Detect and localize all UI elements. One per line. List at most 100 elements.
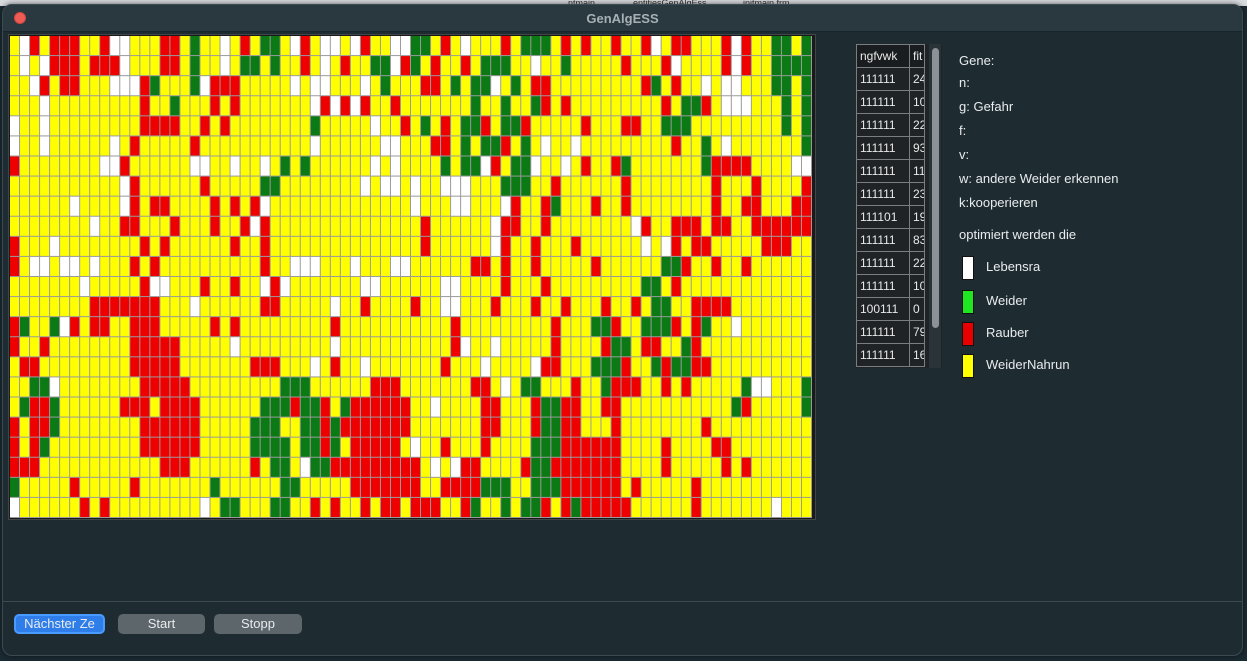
rauber-cell[interactable] bbox=[771, 236, 781, 256]
empty-cell[interactable] bbox=[390, 136, 400, 156]
nahrung-cell[interactable] bbox=[631, 497, 641, 517]
nahrung-cell[interactable] bbox=[571, 116, 581, 136]
nahrung-cell[interactable] bbox=[40, 357, 50, 377]
weider-cell[interactable] bbox=[50, 417, 60, 437]
nahrung-cell[interactable] bbox=[541, 116, 551, 136]
weider-cell[interactable] bbox=[601, 357, 611, 377]
weider-cell[interactable] bbox=[280, 497, 290, 517]
nahrung-cell[interactable] bbox=[581, 96, 591, 116]
nahrung-cell[interactable] bbox=[280, 116, 290, 136]
nahrung-cell[interactable] bbox=[521, 256, 531, 276]
weider-cell[interactable] bbox=[190, 76, 200, 96]
nahrung-cell[interactable] bbox=[320, 377, 330, 397]
nahrung-cell[interactable] bbox=[310, 156, 320, 176]
nahrung-cell[interactable] bbox=[80, 236, 90, 256]
nahrung-cell[interactable] bbox=[731, 136, 741, 156]
nahrung-cell[interactable] bbox=[711, 36, 721, 56]
nahrung-cell[interactable] bbox=[581, 76, 591, 96]
rauber-cell[interactable] bbox=[130, 216, 140, 236]
rauber-cell[interactable] bbox=[611, 477, 621, 497]
nahrung-cell[interactable] bbox=[30, 156, 40, 176]
empty-cell[interactable] bbox=[801, 156, 812, 176]
rauber-cell[interactable] bbox=[581, 497, 591, 517]
nahrung-cell[interactable] bbox=[60, 156, 70, 176]
rauber-cell[interactable] bbox=[661, 437, 671, 457]
nahrung-cell[interactable] bbox=[411, 96, 421, 116]
nahrung-cell[interactable] bbox=[641, 357, 651, 377]
nahrung-cell[interactable] bbox=[10, 56, 20, 76]
rauber-cell[interactable] bbox=[801, 216, 812, 236]
nahrung-cell[interactable] bbox=[310, 36, 320, 56]
nahrung-cell[interactable] bbox=[190, 337, 200, 357]
rauber-cell[interactable] bbox=[791, 216, 801, 236]
nahrung-cell[interactable] bbox=[731, 417, 741, 437]
weider-cell[interactable] bbox=[801, 116, 812, 136]
nahrung-cell[interactable] bbox=[481, 297, 491, 317]
nahrung-cell[interactable] bbox=[40, 297, 50, 317]
weider-cell[interactable] bbox=[50, 397, 60, 417]
nahrung-cell[interactable] bbox=[731, 497, 741, 517]
weider-cell[interactable] bbox=[521, 36, 531, 56]
nahrung-cell[interactable] bbox=[471, 417, 481, 437]
weider-cell[interactable] bbox=[270, 176, 280, 196]
nahrung-cell[interactable] bbox=[781, 417, 791, 437]
nahrung-cell[interactable] bbox=[461, 377, 471, 397]
rauber-cell[interactable] bbox=[230, 236, 240, 256]
rauber-cell[interactable] bbox=[10, 236, 20, 256]
nahrung-cell[interactable] bbox=[60, 176, 70, 196]
nahrung-cell[interactable] bbox=[501, 397, 511, 417]
rauber-cell[interactable] bbox=[130, 397, 140, 417]
nahrung-cell[interactable] bbox=[741, 337, 751, 357]
nahrung-cell[interactable] bbox=[320, 477, 330, 497]
nahrung-cell[interactable] bbox=[240, 297, 250, 317]
rauber-cell[interactable] bbox=[390, 377, 400, 397]
nahrung-cell[interactable] bbox=[771, 297, 781, 317]
weider-cell[interactable] bbox=[230, 497, 240, 517]
nahrung-cell[interactable] bbox=[801, 337, 812, 357]
empty-cell[interactable] bbox=[200, 156, 210, 176]
rauber-cell[interactable] bbox=[160, 236, 170, 256]
weider-cell[interactable] bbox=[621, 156, 631, 176]
rauber-cell[interactable] bbox=[120, 297, 130, 317]
nahrung-cell[interactable] bbox=[150, 477, 160, 497]
weider-cell[interactable] bbox=[380, 56, 390, 76]
nahrung-cell[interactable] bbox=[50, 116, 60, 136]
nahrung-cell[interactable] bbox=[90, 36, 100, 56]
nahrung-cell[interactable] bbox=[250, 497, 260, 517]
weider-cell[interactable] bbox=[601, 377, 611, 397]
empty-cell[interactable] bbox=[441, 297, 451, 317]
weider-cell[interactable] bbox=[621, 337, 631, 357]
nahrung-cell[interactable] bbox=[511, 337, 521, 357]
nahrung-cell[interactable] bbox=[120, 136, 130, 156]
nahrung-cell[interactable] bbox=[40, 216, 50, 236]
nahrung-cell[interactable] bbox=[701, 337, 711, 357]
nahrung-cell[interactable] bbox=[691, 417, 701, 437]
nahrung-cell[interactable] bbox=[641, 377, 651, 397]
empty-cell[interactable] bbox=[350, 256, 360, 276]
nahrung-cell[interactable] bbox=[200, 256, 210, 276]
rauber-cell[interactable] bbox=[701, 297, 711, 317]
nahrung-cell[interactable] bbox=[260, 377, 270, 397]
rauber-cell[interactable] bbox=[200, 116, 210, 136]
nahrung-cell[interactable] bbox=[280, 357, 290, 377]
weider-cell[interactable] bbox=[801, 96, 812, 116]
nahrung-cell[interactable] bbox=[110, 256, 120, 276]
nahrung-cell[interactable] bbox=[571, 297, 581, 317]
nahrung-cell[interactable] bbox=[100, 136, 110, 156]
weider-cell[interactable] bbox=[20, 317, 30, 337]
nahrung-cell[interactable] bbox=[751, 357, 761, 377]
nahrung-cell[interactable] bbox=[781, 317, 791, 337]
nahrung-cell[interactable] bbox=[340, 497, 350, 517]
nahrung-cell[interactable] bbox=[350, 56, 360, 76]
nahrung-cell[interactable] bbox=[791, 337, 801, 357]
empty-cell[interactable] bbox=[461, 337, 471, 357]
rauber-cell[interactable] bbox=[491, 156, 501, 176]
nahrung-cell[interactable] bbox=[380, 156, 390, 176]
rauber-cell[interactable] bbox=[10, 317, 20, 337]
rauber-cell[interactable] bbox=[531, 256, 541, 276]
nahrung-cell[interactable] bbox=[20, 337, 30, 357]
rauber-cell[interactable] bbox=[20, 357, 30, 377]
rauber-cell[interactable] bbox=[421, 236, 431, 256]
nahrung-cell[interactable] bbox=[591, 397, 601, 417]
nahrung-cell[interactable] bbox=[80, 216, 90, 236]
